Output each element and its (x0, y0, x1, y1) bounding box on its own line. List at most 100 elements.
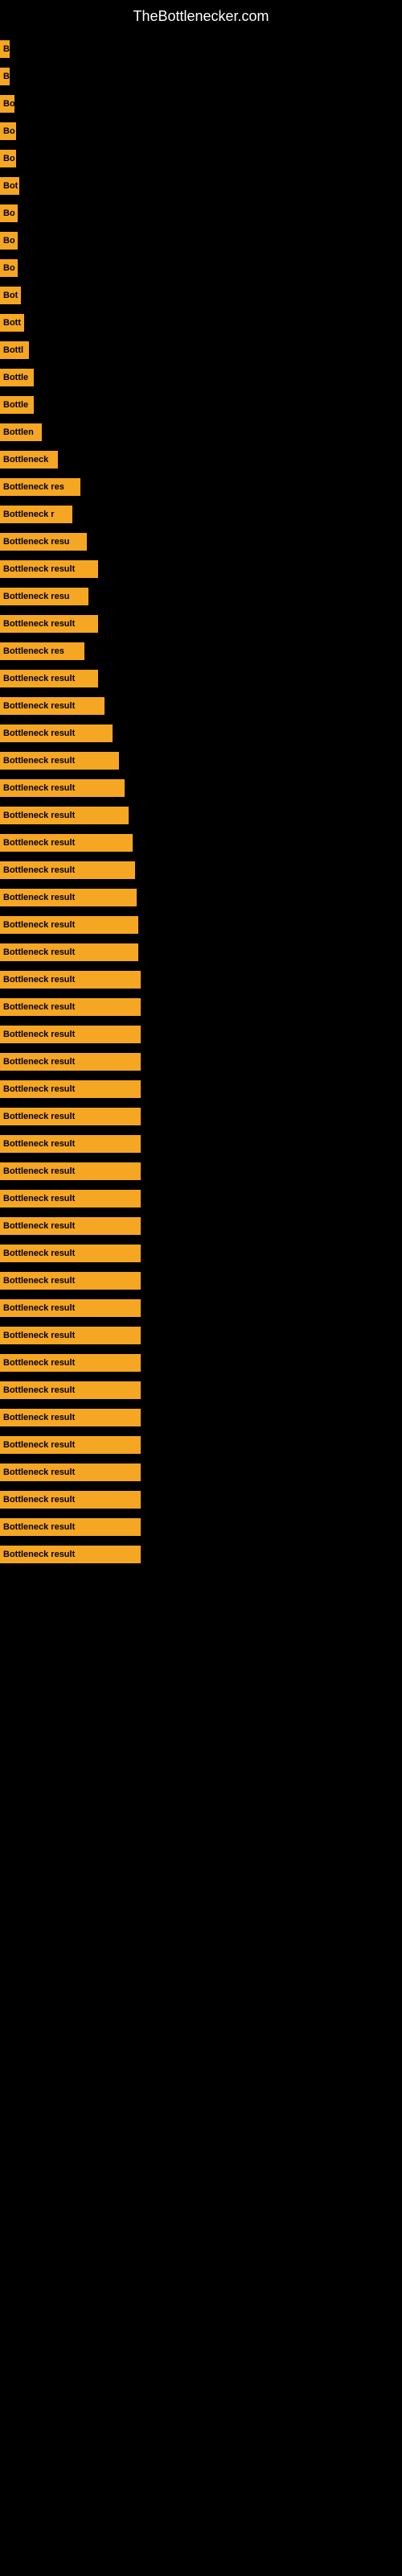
result-bar: Bottleneck result (0, 1053, 141, 1071)
result-bar: Bo (0, 259, 18, 277)
result-bar: Bottleneck result (0, 560, 98, 578)
result-bar: Bottleneck result (0, 971, 141, 989)
bar-row: Bottleneck result (0, 1050, 402, 1074)
bar-row: Bottleneck result (0, 1460, 402, 1484)
bar-row: B (0, 64, 402, 89)
bar-row: Bottleneck result (0, 776, 402, 800)
bar-row: Bo (0, 147, 402, 171)
bar-row: Bottleneck result (0, 995, 402, 1019)
bar-row: Bottleneck result (0, 858, 402, 882)
result-bar: Bottleneck result (0, 1026, 141, 1043)
result-bar: B (0, 68, 10, 85)
result-bar: Bottleneck result (0, 1272, 141, 1290)
bar-row: Bottleneck result (0, 968, 402, 992)
result-bar: Bottleneck result (0, 834, 133, 852)
bar-row: Bottleneck result (0, 886, 402, 910)
bar-row: Bottleneck result (0, 1214, 402, 1238)
bar-row: Bot (0, 283, 402, 308)
result-bar: Bottleneck result (0, 1135, 141, 1153)
bars-container: BB Bo Bo Bo Bot Bo Bo Bo Bot Bott Bottl Bottle Bottl… (0, 29, 402, 1578)
result-bar: Bottleneck res (0, 642, 84, 660)
bar-row: Bot (0, 174, 402, 198)
result-bar: Bottleneck result (0, 1491, 141, 1509)
bar-row: Bottleneck result (0, 803, 402, 828)
result-bar: Bottleneck result (0, 615, 98, 633)
result-bar: Bottleneck result (0, 861, 135, 879)
result-bar: Bottlen (0, 423, 42, 441)
result-bar: Bot (0, 287, 21, 304)
result-bar: Bottle (0, 369, 34, 386)
result-bar: Bott (0, 314, 24, 332)
bar-row: Bottleneck result (0, 1269, 402, 1293)
result-bar: Bottleneck result (0, 1327, 141, 1344)
bar-row: Bottleneck result (0, 612, 402, 636)
result-bar: Bottleneck result (0, 1518, 141, 1536)
bar-row: Bottleneck result (0, 1433, 402, 1457)
result-bar: Bottleneck result (0, 670, 98, 687)
result-bar: Bottleneck result (0, 889, 137, 906)
result-bar: Bottleneck result (0, 779, 125, 797)
bar-row: Bo (0, 201, 402, 225)
bar-row: Bo (0, 119, 402, 143)
bar-row: Bottleneck result (0, 1351, 402, 1375)
bar-row: Bottleneck result (0, 1515, 402, 1539)
result-bar: Bottleneck result (0, 1299, 141, 1317)
result-bar: Bottleneck result (0, 1162, 141, 1180)
result-bar: Bottleneck resu (0, 588, 88, 605)
result-bar: Bottleneck resu (0, 533, 87, 551)
bar-row: Bottleneck (0, 448, 402, 472)
bar-row: Bottleneck result (0, 1378, 402, 1402)
bar-row: Bottleneck result (0, 1132, 402, 1156)
bar-row: B (0, 37, 402, 61)
result-bar: Bottleneck r (0, 506, 72, 523)
result-bar: Bottleneck result (0, 1436, 141, 1454)
bar-row: Bottleneck result (0, 721, 402, 745)
bar-row: Bottleneck res (0, 639, 402, 663)
result-bar: Bo (0, 204, 18, 222)
result-bar: Bottleneck res (0, 478, 80, 496)
bar-row: Bottleneck result (0, 913, 402, 937)
bar-row: Bottleneck result (0, 1488, 402, 1512)
bar-row: Bo (0, 229, 402, 253)
bar-row: Bo (0, 256, 402, 280)
bar-row: Bottleneck result (0, 831, 402, 855)
bar-row: Bottleneck resu (0, 530, 402, 554)
bar-row: Bottleneck result (0, 1187, 402, 1211)
result-bar: Bottleneck result (0, 1108, 141, 1125)
result-bar: Bo (0, 95, 14, 113)
site-title: TheBottlenecker.com (0, 0, 402, 29)
result-bar: Bottleneck result (0, 916, 138, 934)
result-bar: Bottleneck result (0, 724, 113, 742)
bar-row: Bottleneck result (0, 1077, 402, 1101)
bar-row: Bottleneck res (0, 475, 402, 499)
bar-row: Bottleneck result (0, 1542, 402, 1567)
result-bar: Bottleneck result (0, 1381, 141, 1399)
bar-row: Bottle (0, 393, 402, 417)
result-bar: Bottleneck result (0, 1080, 141, 1098)
result-bar: Bottleneck result (0, 1463, 141, 1481)
bar-row: Bottleneck result (0, 1406, 402, 1430)
bar-row: Bottleneck result (0, 667, 402, 691)
bar-row: Bo (0, 92, 402, 116)
bar-row: Bottleneck result (0, 940, 402, 964)
result-bar: Bottleneck result (0, 943, 138, 961)
bar-row: Bottleneck result (0, 749, 402, 773)
result-bar: B (0, 40, 10, 58)
bar-row: Bottlen (0, 420, 402, 444)
result-bar: Bottleneck result (0, 807, 129, 824)
result-bar: Bottleneck result (0, 1409, 141, 1426)
bar-row: Bottle (0, 365, 402, 390)
result-bar: Bottleneck result (0, 1354, 141, 1372)
bar-row: Bottleneck result (0, 1296, 402, 1320)
result-bar: Bottl (0, 341, 29, 359)
result-bar: Bottleneck (0, 451, 58, 469)
result-bar: Bo (0, 122, 16, 140)
bar-row: Bottleneck result (0, 1104, 402, 1129)
bar-row: Bottleneck result (0, 1323, 402, 1348)
result-bar: Bottleneck result (0, 697, 105, 715)
result-bar: Bottleneck result (0, 998, 141, 1016)
bar-row: Bottleneck r (0, 502, 402, 526)
bar-row: Bottleneck result (0, 694, 402, 718)
bar-row: Bottleneck result (0, 557, 402, 581)
result-bar: Bottle (0, 396, 34, 414)
